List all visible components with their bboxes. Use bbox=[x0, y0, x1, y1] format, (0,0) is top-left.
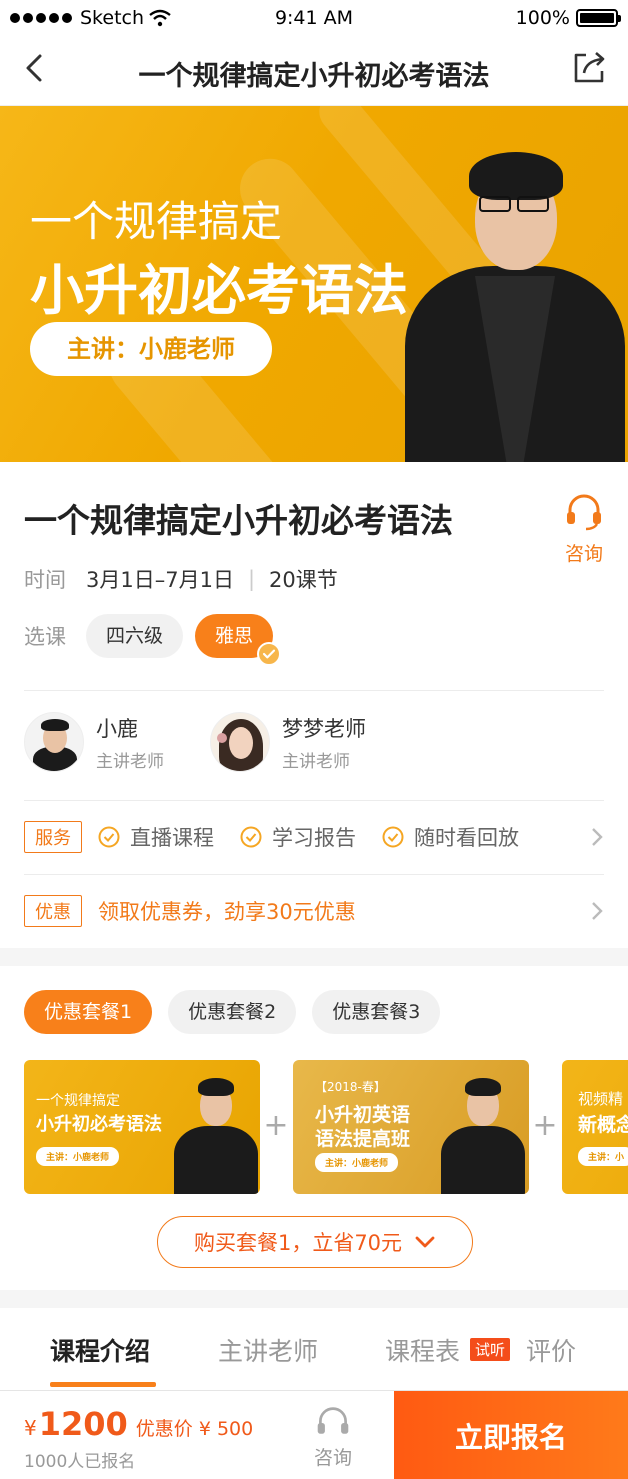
chevron-right-icon bbox=[592, 902, 603, 920]
course-title: 一个规律搞定小升初必考语法 bbox=[24, 501, 453, 540]
teacher-role: 主讲老师 bbox=[96, 751, 164, 772]
section-gap bbox=[0, 1290, 628, 1308]
section-gap bbox=[0, 948, 628, 966]
discount-row[interactable]: 优惠 领取优惠券，劲享30元优惠 bbox=[24, 895, 608, 927]
signup-button[interactable]: 立即报名 bbox=[394, 1391, 628, 1479]
package-card-title-line2: 语法提高班 bbox=[315, 1128, 411, 1150]
nav-bar: 一个规律搞定小升初必考语法 bbox=[0, 36, 628, 106]
package-card-title: 小升初必考语法 bbox=[36, 1114, 162, 1135]
check-circle-icon bbox=[98, 826, 120, 848]
package-card-subtitle: 视频精 bbox=[578, 1090, 624, 1108]
headset-icon bbox=[567, 494, 601, 531]
battery-group: 100% bbox=[515, 7, 621, 29]
divider bbox=[24, 800, 604, 801]
plus-sign: + bbox=[532, 1108, 558, 1143]
lecturer-photo bbox=[405, 126, 625, 462]
consult-button[interactable]: 咨询 bbox=[560, 492, 608, 566]
tab-reviews[interactable]: 评价 bbox=[526, 1332, 576, 1368]
enrolled-count: 1000人已报名 bbox=[24, 1452, 136, 1472]
package-cards: 一个规律搞定 小升初必考语法 主讲：小鹿老师 + 【2018-春】 小升初英语 … bbox=[24, 1060, 628, 1194]
package-card-title: 小升初英语 bbox=[315, 1104, 411, 1126]
check-circle-icon bbox=[382, 826, 404, 848]
discount-price: 优惠价 ¥ 500 bbox=[135, 1418, 254, 1440]
teacher-card-mengmeng[interactable]: 梦梦老师 主讲老师 bbox=[210, 712, 366, 772]
divider bbox=[24, 874, 604, 875]
service-item: 直播课程 bbox=[98, 822, 214, 852]
meta-separator: | bbox=[247, 567, 256, 591]
teacher-card-xiaolu[interactable]: 小鹿 主讲老师 bbox=[24, 712, 164, 772]
consult-label: 咨询 bbox=[564, 543, 603, 565]
status-bar: Sketch 9:41 AM 100% bbox=[0, 0, 628, 36]
buy-package-label: 购买套餐1，立省70元 bbox=[193, 1231, 403, 1255]
package-card-subtitle: 【2018-春】 bbox=[315, 1080, 386, 1094]
package-tab-3[interactable]: 优惠套餐3 bbox=[312, 990, 441, 1034]
buy-package-button[interactable]: 购买套餐1，立省70元 bbox=[157, 1216, 473, 1268]
discount-text: 领取优惠券，劲享30元优惠 bbox=[98, 900, 356, 924]
tab-schedule[interactable]: 课程表 bbox=[385, 1332, 460, 1368]
package-card[interactable]: 视频精 新概念 主讲：小 bbox=[562, 1060, 628, 1194]
battery-icon bbox=[576, 9, 621, 27]
teacher-role: 主讲老师 bbox=[282, 751, 350, 772]
avatar bbox=[210, 712, 270, 772]
plus-sign: + bbox=[263, 1108, 289, 1143]
service-label: 学习报告 bbox=[272, 826, 356, 850]
active-tab-indicator bbox=[50, 1382, 156, 1387]
divider bbox=[24, 690, 604, 691]
package-tab-1[interactable]: 优惠套餐1 bbox=[24, 990, 153, 1034]
date-range: 3月1日–7月1日 bbox=[86, 568, 234, 592]
lesson-count: 20课节 bbox=[269, 568, 338, 592]
service-label: 随时看回放 bbox=[414, 826, 519, 850]
banner-subtitle: 一个规律搞定 bbox=[30, 197, 283, 246]
services-row[interactable]: 服务 直播课程 学习报告 随时看回放 bbox=[24, 821, 608, 853]
chevron-right-icon bbox=[592, 828, 603, 846]
battery-percent: 100% bbox=[515, 7, 570, 29]
selected-check-icon bbox=[257, 642, 282, 666]
service-item: 学习报告 bbox=[240, 822, 356, 852]
avatar bbox=[24, 712, 84, 772]
services-tag: 服务 bbox=[24, 821, 82, 853]
teacher-name: 梦梦老师 bbox=[282, 716, 366, 741]
page-title: 一个规律搞定小升初必考语法 bbox=[138, 61, 490, 92]
check-circle-icon bbox=[240, 826, 262, 848]
package-card[interactable]: 一个规律搞定 小升初必考语法 主讲：小鹿老师 bbox=[24, 1060, 260, 1194]
option-chip-label: 雅思 bbox=[215, 625, 254, 647]
package-card-pill: 主讲：小 bbox=[578, 1147, 628, 1166]
package-card[interactable]: 【2018-春】 小升初英语 语法提高班 主讲：小鹿老师 bbox=[293, 1060, 529, 1194]
option-chip-ielts[interactable]: 雅思 bbox=[195, 614, 282, 666]
bottom-bar: ¥ 1200 优惠价 ¥ 500 1000人已报名 咨询 立即报名 bbox=[0, 1390, 628, 1479]
price-row: ¥ 1200 优惠价 ¥ 500 bbox=[24, 1405, 253, 1443]
option-chip-cet[interactable]: 四六级 bbox=[86, 614, 184, 658]
select-label: 选课 bbox=[24, 625, 66, 649]
lecturer-photo bbox=[441, 1070, 525, 1194]
package-card-pill: 主讲：小鹿老师 bbox=[315, 1153, 399, 1172]
course-banner: 一个规律搞定 小升初必考语法 主讲：小鹿老师 bbox=[0, 106, 628, 462]
service-item: 随时看回放 bbox=[382, 822, 519, 852]
content-tabs: 课程介绍 主讲老师 课程表 试听 评价 bbox=[0, 1310, 628, 1388]
banner-title: 小升初必考语法 bbox=[30, 259, 408, 322]
tab-course-intro[interactable]: 课程介绍 bbox=[50, 1332, 150, 1368]
share-icon[interactable] bbox=[570, 49, 608, 87]
tab-teachers[interactable]: 主讲老师 bbox=[218, 1332, 318, 1368]
package-card-subtitle: 一个规律搞定 bbox=[36, 1093, 120, 1109]
package-tab-2[interactable]: 优惠套餐2 bbox=[168, 990, 297, 1034]
chevron-down-icon bbox=[415, 1236, 435, 1248]
headset-icon bbox=[317, 1407, 349, 1434]
package-tabs: 优惠套餐1 优惠套餐2 优惠套餐3 bbox=[24, 990, 456, 1034]
consult-label: 咨询 bbox=[313, 1447, 352, 1469]
lecturer-photo bbox=[174, 1070, 258, 1194]
course-time-row: 时间 3月1日–7月1日 | 20课节 bbox=[24, 564, 338, 594]
trial-badge: 试听 bbox=[470, 1338, 511, 1361]
package-card-pill: 主讲：小鹿老师 bbox=[36, 1147, 120, 1166]
service-label: 直播课程 bbox=[130, 826, 214, 850]
banner-lecturer-pill: 主讲：小鹿老师 bbox=[30, 322, 272, 376]
teacher-name: 小鹿 bbox=[96, 716, 138, 741]
package-card-title: 新概念 bbox=[578, 1114, 628, 1136]
bottom-consult-button[interactable]: 咨询 bbox=[310, 1405, 356, 1470]
discount-tag: 优惠 bbox=[24, 895, 82, 927]
currency-symbol: ¥ bbox=[24, 1416, 37, 1440]
original-price: 1200 bbox=[38, 1405, 128, 1443]
time-label: 时间 bbox=[24, 568, 66, 592]
course-select-row: 选课 四六级 雅思 bbox=[24, 614, 285, 666]
